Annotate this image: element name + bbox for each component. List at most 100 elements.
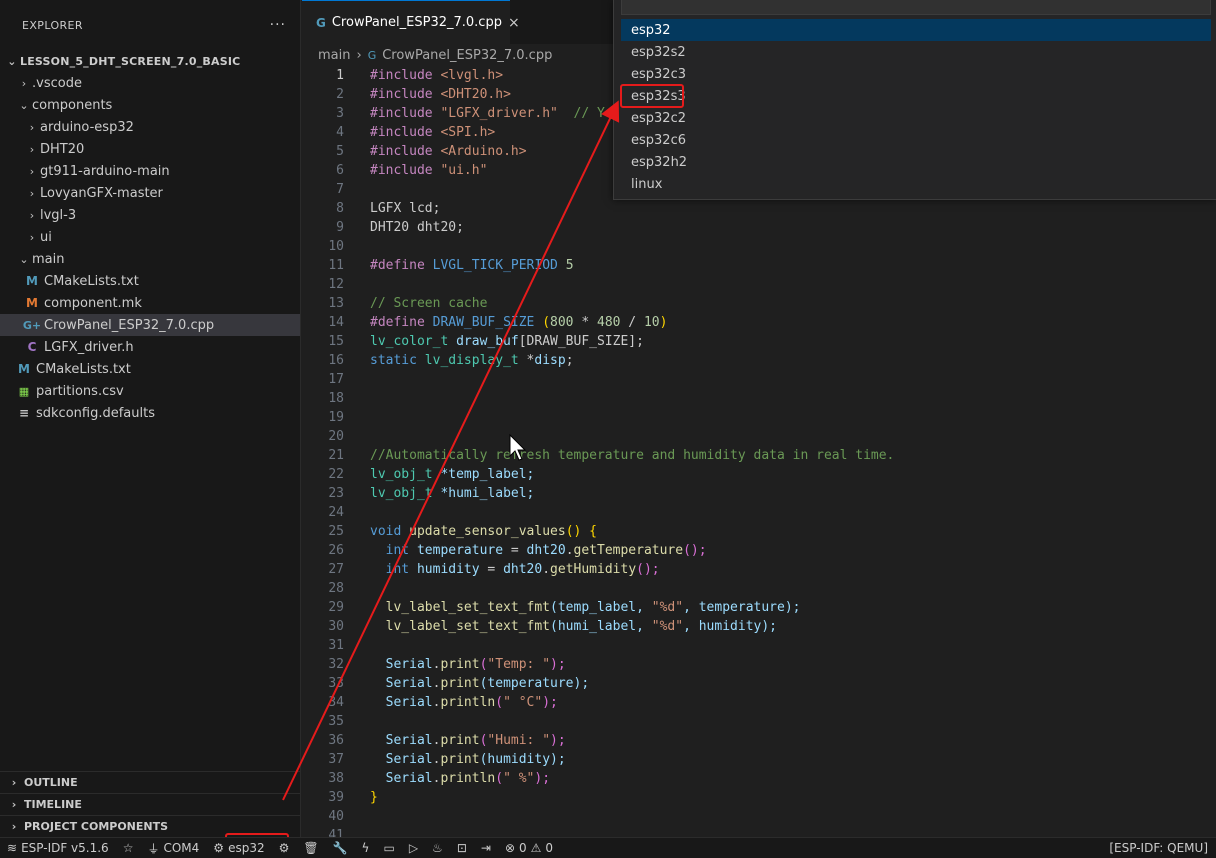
code-line: 34 Serial.println(" °C"); bbox=[302, 693, 1216, 712]
tree-file-partitions[interactable]: ▦ partitions.csv bbox=[0, 380, 300, 402]
tree-root-folder[interactable]: ⌄ LESSON_5_DHT_SCREEN_7.0_BASIC bbox=[0, 50, 300, 72]
line-number: 20 bbox=[328, 429, 344, 444]
problems-item[interactable]: ⊗ 0 ⚠ 0 bbox=[498, 838, 560, 858]
code-line: 35 bbox=[302, 712, 1216, 731]
code-line: 19 bbox=[302, 408, 1216, 427]
tab-crowpanel-cpp[interactable]: G CrowPanel_ESP32_7.0.cpp × bbox=[302, 0, 520, 44]
option-esp32s2[interactable]: esp32s2 bbox=[621, 41, 1211, 63]
tree-folder-gt911[interactable]: › gt911-arduino-main bbox=[0, 160, 300, 182]
option-esp32c3[interactable]: esp32c3 bbox=[621, 63, 1211, 85]
code-line: 38 Serial.println(" %"); bbox=[302, 769, 1216, 788]
quick-pick-input[interactable] bbox=[621, 0, 1211, 15]
wrench-icon: 🔧 bbox=[332, 841, 348, 855]
tree-file-component-mk[interactable]: M component.mk bbox=[0, 292, 300, 314]
tree-folder-arduino-esp32[interactable]: › arduino-esp32 bbox=[0, 116, 300, 138]
code-line: 16 static lv_display_t *disp; bbox=[302, 351, 1216, 370]
sidebar-sections: › OUTLINE › TIMELINE › PROJECT COMPONENT… bbox=[0, 771, 300, 837]
code-line: 17 bbox=[302, 370, 1216, 389]
star-item[interactable]: ☆ bbox=[116, 838, 141, 858]
line-number: 17 bbox=[328, 372, 344, 387]
build-item[interactable]: 🔧 bbox=[326, 838, 355, 858]
cpp-file-icon: G+ bbox=[22, 318, 42, 332]
target-label: esp32 bbox=[228, 841, 265, 855]
tree-file-sdkconfig[interactable]: ≡ sdkconfig.defaults bbox=[0, 402, 300, 424]
tree-file-lgfx-driver[interactable]: C LGFX_driver.h bbox=[0, 336, 300, 358]
option-esp32c6[interactable]: esp32c6 bbox=[621, 129, 1211, 151]
line-number: 3 bbox=[336, 106, 344, 121]
tree-folder-components[interactable]: ⌄ components bbox=[0, 94, 300, 116]
idf-version-item[interactable]: ≋ ESP-IDF v5.1.6 bbox=[0, 838, 116, 858]
code-line: 13// Screen cache bbox=[302, 294, 1216, 313]
trash-icon: 🗑 bbox=[303, 841, 319, 855]
option-esp32h2[interactable]: esp32h2 bbox=[621, 151, 1211, 173]
code-line: 15 lv_color_t draw_buf[DRAW_BUF_SIZE]; bbox=[302, 332, 1216, 351]
run-icon: ⇥ bbox=[480, 841, 491, 855]
line-number: 29 bbox=[328, 600, 344, 615]
option-esp32[interactable]: esp32 bbox=[621, 19, 1211, 41]
tree-item-label: main bbox=[32, 251, 65, 267]
more-actions-icon[interactable]: ··· bbox=[270, 17, 286, 33]
line-number: 24 bbox=[328, 505, 344, 520]
breadcrumb-file[interactable]: CrowPanel_ESP32_7.0.cpp bbox=[382, 48, 552, 63]
line-number: 22 bbox=[328, 467, 344, 482]
csv-file-icon: ▦ bbox=[18, 384, 30, 398]
chip-icon: ⚙ bbox=[213, 841, 225, 855]
close-icon[interactable]: × bbox=[508, 15, 520, 31]
code-line: 26 int temperature = dht20.getTemperatur… bbox=[302, 541, 1216, 560]
code-line: 37 Serial.print(humidity); bbox=[302, 750, 1216, 769]
tree-item-label: partitions.csv bbox=[36, 383, 124, 399]
tree-folder-lvgl[interactable]: › lvgl-3 bbox=[0, 204, 300, 226]
line-number: 19 bbox=[328, 410, 344, 425]
line-number: 23 bbox=[328, 486, 344, 501]
tree-folder-main[interactable]: ⌄ main bbox=[0, 248, 300, 270]
chevron-right-icon: › bbox=[11, 776, 17, 789]
run-task-item[interactable]: ⇥ bbox=[474, 838, 498, 858]
qemu-status-item[interactable]: [ESP-IDF: QEMU] bbox=[1102, 838, 1216, 858]
tab-label: CrowPanel_ESP32_7.0.cpp bbox=[331, 15, 502, 30]
tree-folder-vscode[interactable]: › .vscode bbox=[0, 72, 300, 94]
option-linux[interactable]: linux bbox=[621, 173, 1211, 195]
port-item[interactable]: ⏚ COM4 bbox=[140, 838, 206, 858]
monitor-item[interactable]: ▭ bbox=[376, 838, 401, 858]
section-timeline[interactable]: › TIMELINE bbox=[0, 793, 300, 815]
code-line: 29 lv_label_set_text_fmt(temp_label, "%d… bbox=[302, 598, 1216, 617]
code-line: 22 lv_obj_t *temp_label; bbox=[302, 465, 1216, 484]
full-clean-item[interactable]: 🗑 bbox=[296, 838, 325, 858]
tree-file-crowpanel-cpp[interactable]: G+ CrowPanel_ESP32_7.0.cpp bbox=[0, 314, 300, 336]
terminal-item[interactable]: ⊡ bbox=[450, 838, 474, 858]
tree-file-cmakelists-root[interactable]: M CMakeLists.txt bbox=[0, 358, 300, 380]
line-number: 26 bbox=[328, 543, 344, 558]
code-line: 11 #define LVGL_TICK_PERIOD 5 bbox=[302, 256, 1216, 275]
header-file-icon: C bbox=[27, 340, 37, 354]
breadcrumb-folder[interactable]: main bbox=[318, 48, 350, 63]
flame-icon: ♨ bbox=[432, 841, 443, 855]
tree-folder-dht20[interactable]: › DHT20 bbox=[0, 138, 300, 160]
line-number: 27 bbox=[328, 562, 344, 577]
code-line: 30 lv_label_set_text_fmt(humi_label, "%d… bbox=[302, 617, 1216, 636]
chevron-right-icon: › bbox=[29, 208, 35, 222]
tree-file-cmakelists-main[interactable]: M CMakeLists.txt bbox=[0, 270, 300, 292]
section-outline[interactable]: › OUTLINE bbox=[0, 771, 300, 793]
section-project-components[interactable]: › PROJECT COMPONENTS bbox=[0, 815, 300, 837]
build-flash-monitor-item[interactable]: ♨ bbox=[425, 838, 450, 858]
option-esp32s3[interactable]: esp32s3 bbox=[621, 85, 1211, 107]
tree-item-label: gt911-arduino-main bbox=[40, 163, 170, 179]
code-line: 12 bbox=[302, 275, 1216, 294]
debug-item[interactable]: ▷ bbox=[402, 838, 425, 858]
option-esp32c2[interactable]: esp32c2 bbox=[621, 107, 1211, 129]
tree-folder-lovyangfx[interactable]: › LovyanGFX-master bbox=[0, 182, 300, 204]
flash-item[interactable]: ϟ bbox=[355, 838, 377, 858]
chevron-down-icon: ⌄ bbox=[19, 98, 29, 112]
sdk-config-item[interactable]: ⚙ bbox=[272, 838, 297, 858]
code-line: 8 LGFX lcd; bbox=[302, 199, 1216, 218]
target-item[interactable]: ⚙ esp32 bbox=[206, 838, 271, 858]
chevron-right-icon: › bbox=[356, 47, 362, 63]
star-icon: ☆ bbox=[122, 841, 134, 855]
tree-item-label: CMakeLists.txt bbox=[36, 361, 131, 377]
tree-folder-ui[interactable]: › ui bbox=[0, 226, 300, 248]
explorer-sidebar: EXPLORER ··· ⌄ LESSON_5_DHT_SCREEN_7.0_B… bbox=[0, 0, 301, 837]
code-line: 40 bbox=[302, 807, 1216, 826]
line-number: 4 bbox=[336, 125, 344, 140]
chevron-right-icon: › bbox=[11, 798, 17, 811]
line-number: 6 bbox=[336, 163, 344, 178]
